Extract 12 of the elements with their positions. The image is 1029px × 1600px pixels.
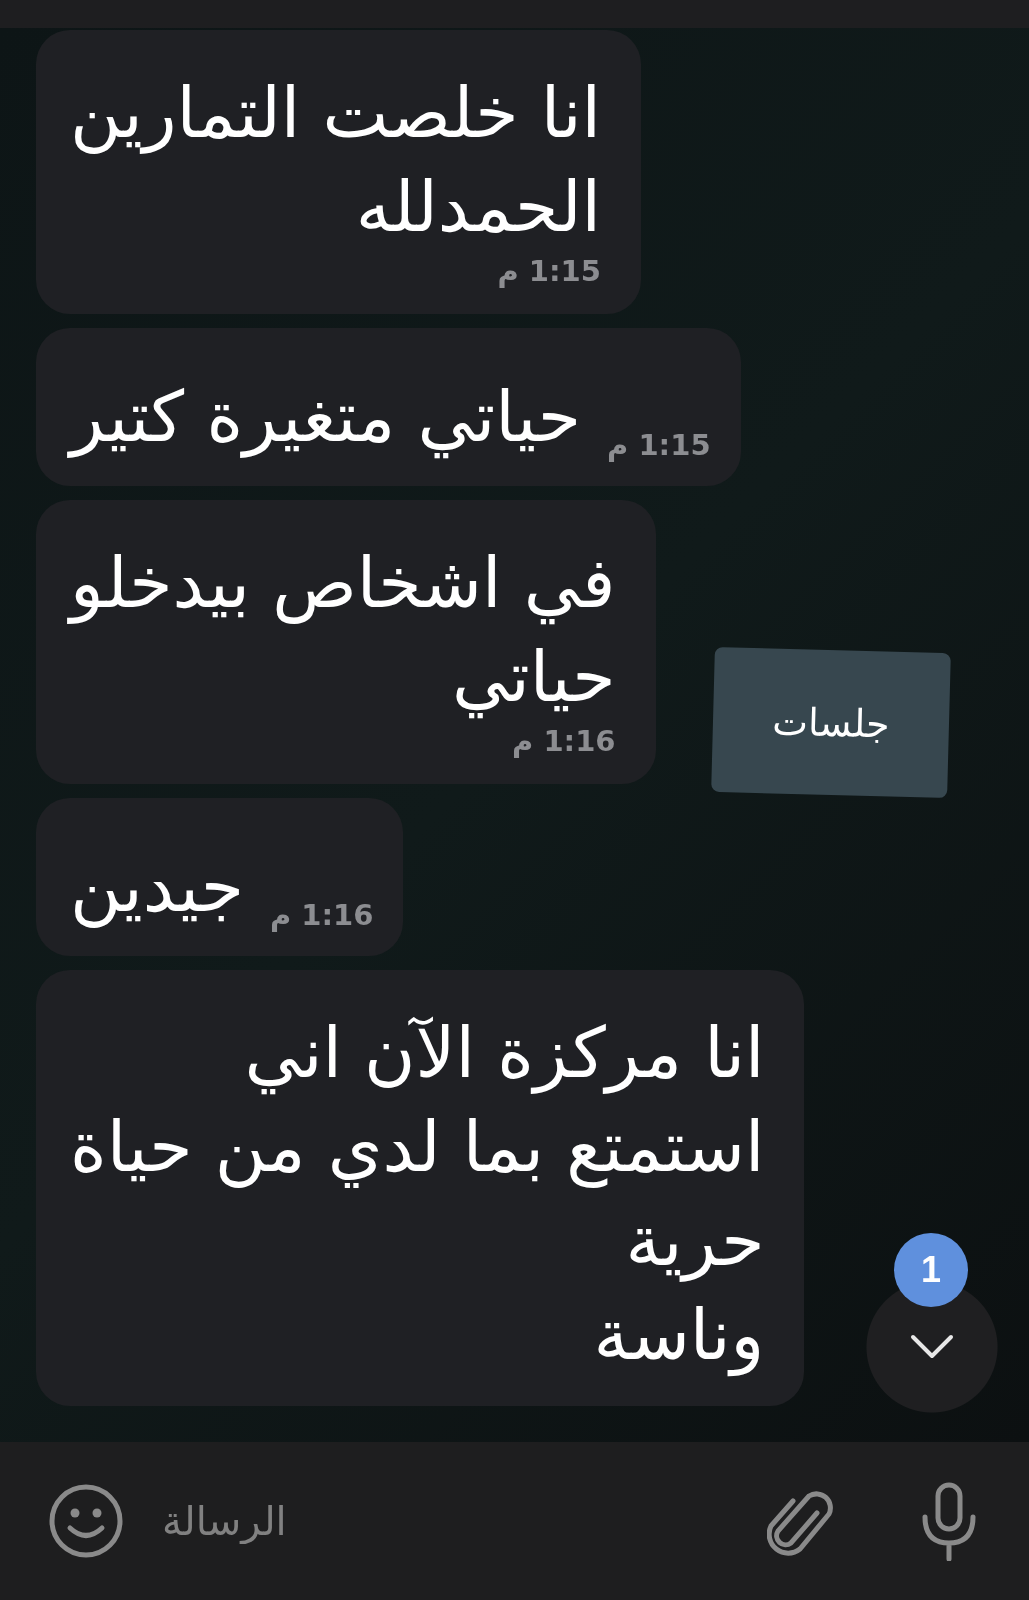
message-text: انا خلصت التمارين الحمدلله: [70, 71, 601, 250]
message-text: انا مركزة الآن اني استمتع بما لدي من حياة حرية وناسة: [70, 1011, 765, 1379]
message-time: 1:16 م: [269, 898, 374, 934]
message-time: 1:16 م: [512, 724, 616, 760]
unread-badge: 1: [894, 1233, 968, 1307]
chevron-down-icon: [910, 1333, 954, 1361]
emoji-icon[interactable]: [48, 1483, 124, 1559]
floating-label: جلسات: [711, 646, 951, 799]
message-time: 1:15 م: [607, 428, 711, 464]
message-time: 1:15 م: [497, 254, 601, 290]
message-text: جيدين: [70, 845, 244, 930]
scroll-down-button[interactable]: 1: [866, 1233, 998, 1413]
